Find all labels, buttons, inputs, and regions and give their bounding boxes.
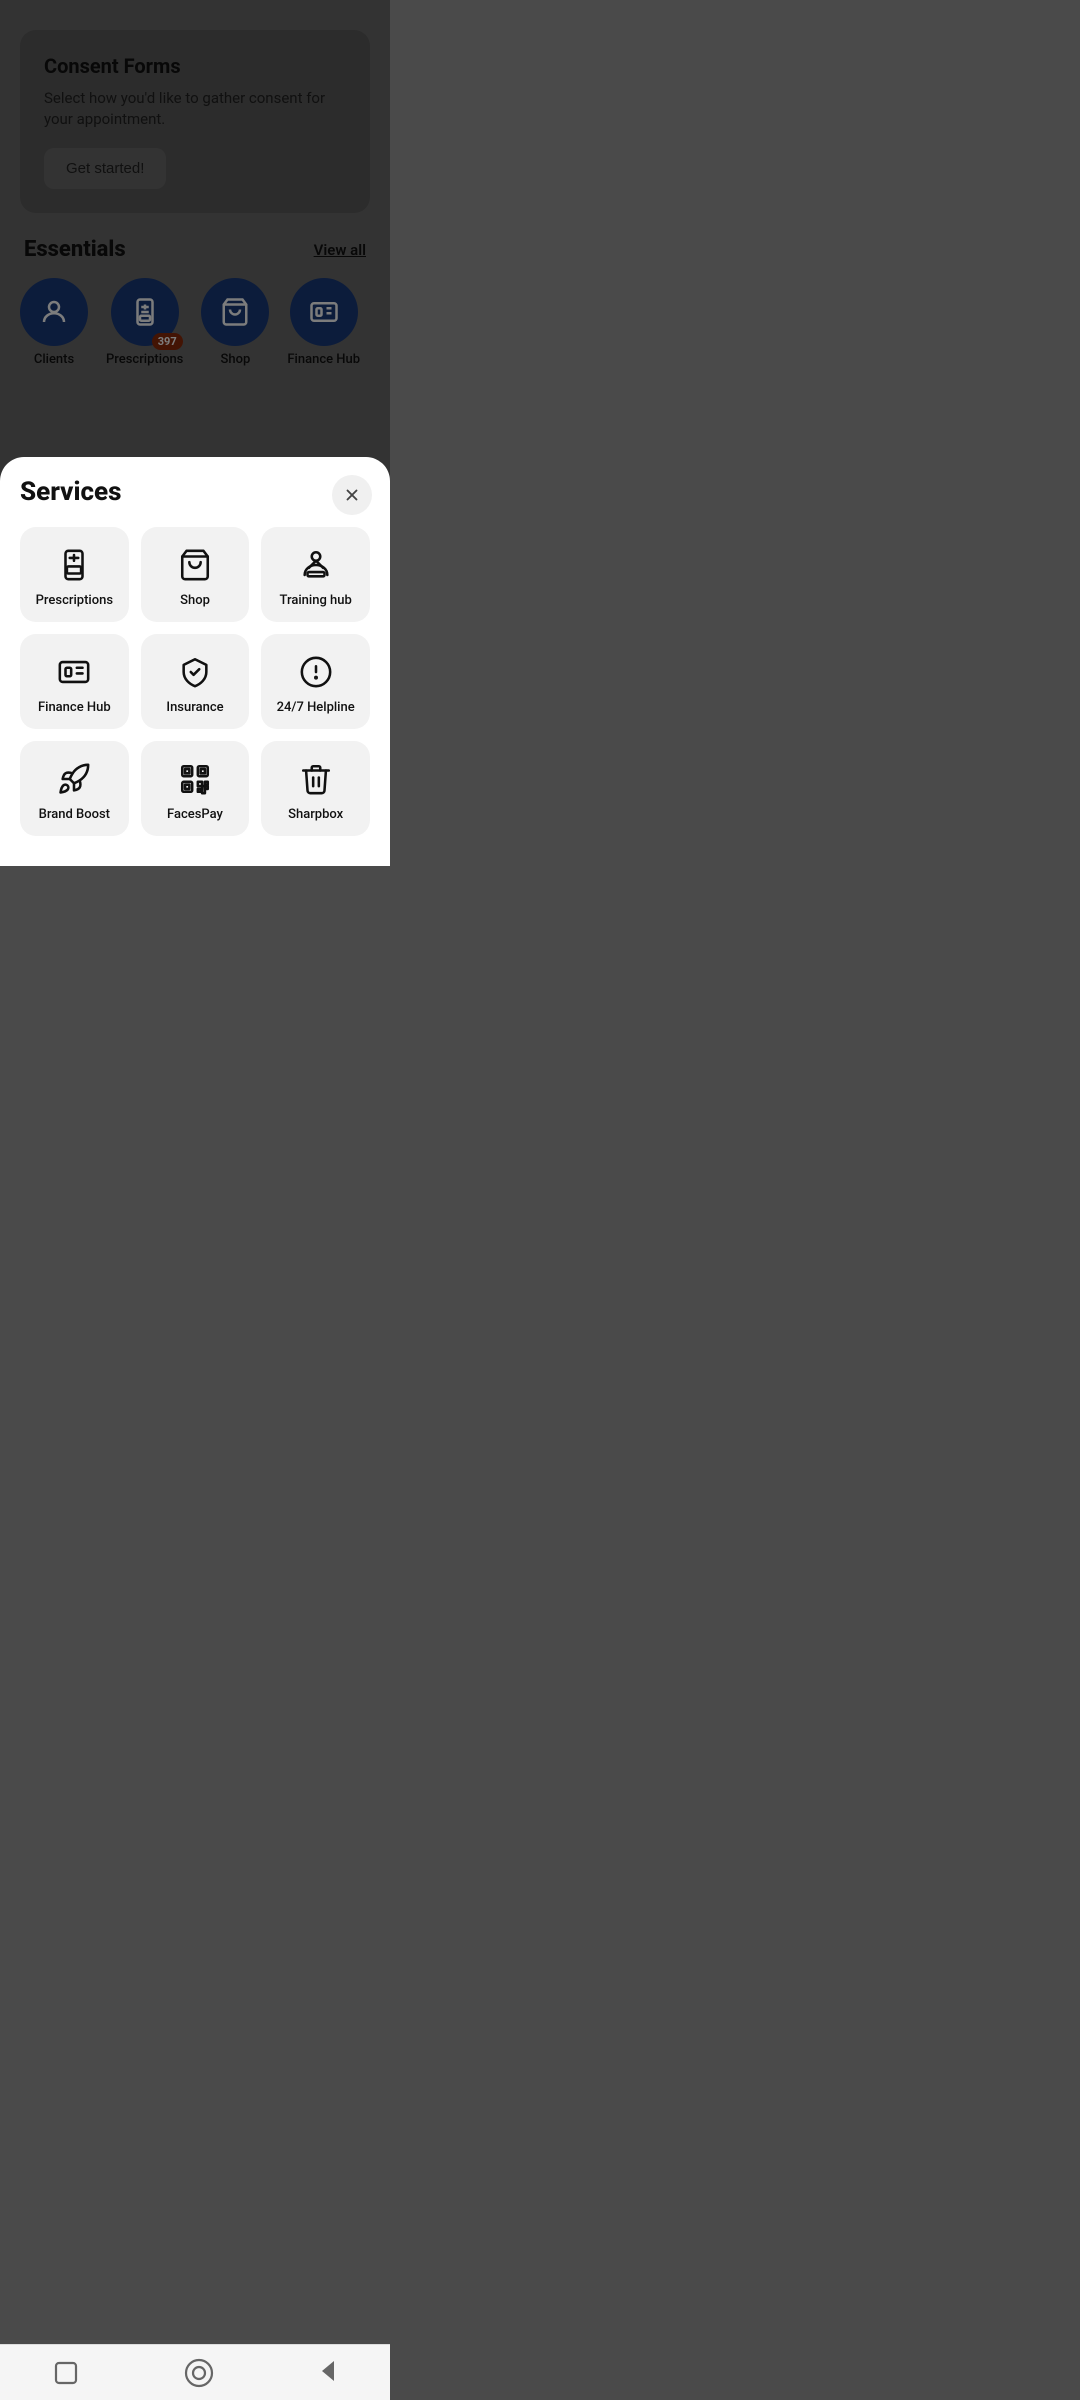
service-item-prescriptions[interactable]: Prescriptions [20,527,129,622]
training-service-icon [298,547,334,583]
services-modal: Services Prescriptions [0,457,390,866]
rocket-service-icon [56,761,92,797]
training-icon [299,548,333,582]
insurance-service-icon [177,654,213,690]
close-icon [343,486,361,504]
service-item-shop[interactable]: Shop [141,527,250,622]
facespay-service-label: FacesPay [167,807,223,822]
service-item-helpline[interactable]: 24/7 Helpline [261,634,370,729]
prescriptions-service-label: Prescriptions [36,593,113,608]
service-item-insurance[interactable]: Insurance [141,634,250,729]
prescription-icon [57,548,91,582]
services-grid: Prescriptions Shop [20,527,370,836]
training-service-label: Training hub [280,593,352,608]
finance-service-label: Finance Hub [38,700,111,715]
circle-icon [183,2357,215,2389]
nav-back-button[interactable] [314,2357,342,2388]
shop-icon [178,548,212,582]
insurance-icon [178,655,212,689]
service-item-facespay[interactable]: FacesPay [141,741,250,836]
back-icon [314,2357,342,2385]
qr-icon [178,762,212,796]
bin-service-icon [298,761,334,797]
shop-service-icon [177,547,213,583]
sharpbox-service-label: Sharpbox [288,807,343,822]
rocket-icon [57,762,91,796]
finance-service-icon [56,654,92,690]
brand-boost-service-label: Brand Boost [39,807,110,822]
insurance-service-label: Insurance [166,700,223,715]
service-item-sharpbox[interactable]: Sharpbox [261,741,370,836]
nav-home-button[interactable] [181,2355,217,2391]
close-button[interactable] [332,475,372,515]
helpline-icon [299,655,333,689]
helpline-service-icon [298,654,334,690]
qr-service-icon [177,761,213,797]
navigation-bar [0,2344,390,2400]
helpline-service-label: 24/7 Helpline [277,700,355,715]
service-item-training[interactable]: Training hub [261,527,370,622]
modal-title: Services [20,477,370,507]
nav-square-button[interactable] [48,2355,84,2391]
shop-service-label: Shop [180,593,210,608]
modal-overlay: Services Prescriptions [0,0,390,866]
bin-icon [299,762,333,796]
service-item-finance[interactable]: Finance Hub [20,634,129,729]
service-item-brand-boost[interactable]: Brand Boost [20,741,129,836]
prescription-service-icon [56,547,92,583]
finance-icon [57,655,91,689]
square-icon [52,2359,80,2387]
